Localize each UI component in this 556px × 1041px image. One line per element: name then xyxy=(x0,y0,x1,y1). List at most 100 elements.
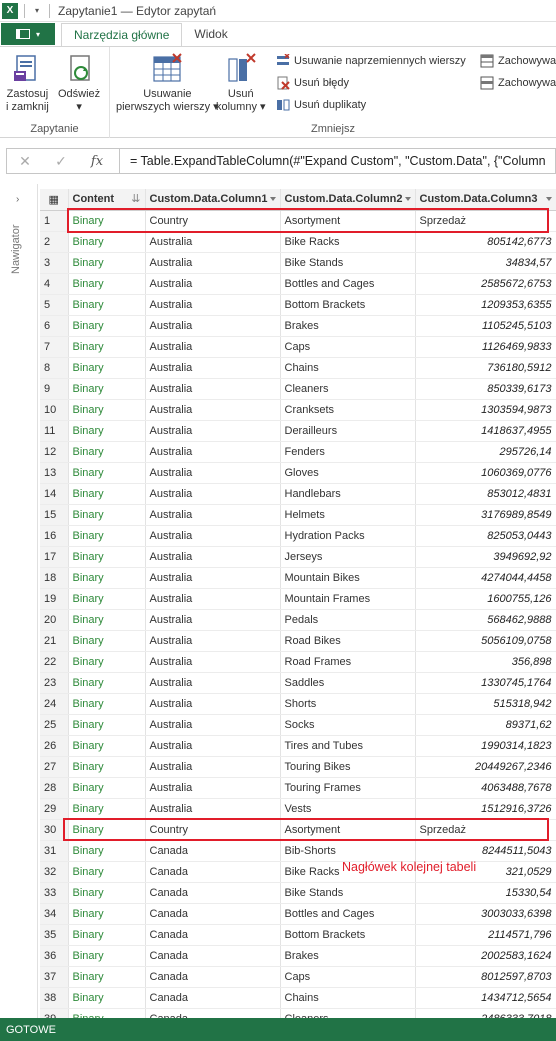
table-row[interactable]: 12 Binary Australia Fenders 295726,14 xyxy=(40,441,556,463)
cell-column3[interactable]: 1126469,9833 xyxy=(415,336,556,358)
column-header-content[interactable]: Content ⇊ xyxy=(68,189,146,211)
cell-content[interactable]: Binary xyxy=(68,546,146,568)
table-row[interactable]: 19 Binary Australia Mountain Frames 1600755,… xyxy=(40,588,556,610)
cell-column2[interactable]: Saddles xyxy=(280,672,416,694)
cell-column1[interactable]: Australia xyxy=(145,798,281,820)
cell-column3[interactable]: Sprzedaż xyxy=(415,819,556,841)
remove-alternate-rows-button[interactable]: Usuwanie naprzemiennych wierszy xyxy=(276,53,466,68)
apply-close-button[interactable]: Zastosuj i zamknij xyxy=(6,53,49,114)
table-row[interactable]: 10 Binary Australia Cranksets 1303594,9873 xyxy=(40,399,556,421)
chevron-right-icon[interactable]: › xyxy=(16,194,19,205)
cell-column2[interactable]: Derailleurs xyxy=(280,420,416,442)
column-header-column2[interactable]: Custom.Data.Column2 xyxy=(280,189,416,211)
tab-view[interactable]: Widok xyxy=(182,22,239,46)
cell-column3[interactable]: 1209353,6355 xyxy=(415,294,556,316)
check-icon[interactable]: ✓ xyxy=(43,153,79,170)
table-row[interactable]: 6 Binary Australia Brakes 1105245,5103 xyxy=(40,315,556,337)
cell-column1[interactable]: Australia xyxy=(145,483,281,505)
cell-column2[interactable]: Hydration Packs xyxy=(280,525,416,547)
cell-content[interactable]: Binary xyxy=(68,378,146,400)
cell-content[interactable]: Binary xyxy=(68,777,146,799)
cell-column2[interactable]: Cleaners xyxy=(280,1008,416,1018)
chevron-down-icon[interactable] xyxy=(404,197,411,201)
cell-column1[interactable]: Australia xyxy=(145,357,281,379)
table-row[interactable]: 35 Binary Canada Bottom Brackets 2114571,796 xyxy=(40,924,556,946)
cell-column1[interactable]: Canada xyxy=(145,861,281,883)
cell-column1[interactable]: Australia xyxy=(145,273,281,295)
table-row[interactable]: 3 Binary Australia Bike Stands 34834,57 xyxy=(40,252,556,274)
table-row[interactable]: 26 Binary Australia Tires and Tubes 1990314,… xyxy=(40,735,556,757)
table-row[interactable]: 1 Binary Country Asortyment Sprzedaż xyxy=(40,210,556,232)
cell-content[interactable]: Binary xyxy=(68,903,146,925)
table-row[interactable]: 32 Binary Canada Bike Racks 321,0529 xyxy=(40,861,556,883)
remove-duplicates-button[interactable]: Usuń duplikaty xyxy=(276,98,366,112)
cell-column3[interactable]: 34834,57 xyxy=(415,252,556,274)
cell-column2[interactable]: Caps xyxy=(280,336,416,358)
cell-column1[interactable]: Country xyxy=(145,819,281,841)
cell-column3[interactable]: 3003033,6398 xyxy=(415,903,556,925)
cell-column3[interactable]: 8244511,5043 xyxy=(415,840,556,862)
cell-column2[interactable]: Socks xyxy=(280,714,416,736)
cell-content[interactable]: Binary xyxy=(68,252,146,274)
cell-column3[interactable]: 4063488,7678 xyxy=(415,777,556,799)
cell-column1[interactable]: Canada xyxy=(145,945,281,967)
cell-content[interactable]: Binary xyxy=(68,861,146,883)
cell-column3[interactable]: 1060369,0776 xyxy=(415,462,556,484)
cell-column2[interactable]: Fenders xyxy=(280,441,416,463)
cell-column3[interactable]: 515318,942 xyxy=(415,693,556,715)
cell-column2[interactable]: Brakes xyxy=(280,945,416,967)
cell-content[interactable]: Binary xyxy=(68,672,146,694)
cell-column2[interactable]: Chains xyxy=(280,987,416,1009)
cell-column2[interactable]: Road Frames xyxy=(280,651,416,673)
cell-column3[interactable]: 295726,14 xyxy=(415,441,556,463)
cell-column3[interactable]: 20449267,2346 xyxy=(415,756,556,778)
cell-column1[interactable]: Australia xyxy=(145,441,281,463)
cell-column1[interactable]: Australia xyxy=(145,504,281,526)
cell-column2[interactable]: Touring Bikes xyxy=(280,756,416,778)
cell-column1[interactable]: Canada xyxy=(145,882,281,904)
cell-column2[interactable]: Vests xyxy=(280,798,416,820)
cell-column2[interactable]: Mountain Bikes xyxy=(280,567,416,589)
cell-column2[interactable]: Jerseys xyxy=(280,546,416,568)
cell-column2[interactable]: Bike Stands xyxy=(280,252,416,274)
quick-access-dropdown-icon[interactable]: ▾ xyxy=(35,6,39,15)
cell-column2[interactable]: Road Bikes xyxy=(280,630,416,652)
cell-content[interactable]: Binary xyxy=(68,210,146,232)
cell-content[interactable]: Binary xyxy=(68,966,146,988)
cell-column3[interactable]: 8012597,8703 xyxy=(415,966,556,988)
cell-content[interactable]: Binary xyxy=(68,294,146,316)
cell-column2[interactable]: Shorts xyxy=(280,693,416,715)
table-row[interactable]: 7 Binary Australia Caps 1126469,9833 xyxy=(40,336,556,358)
table-row[interactable]: 39BinaryCanadaCleaners2486333,7018 xyxy=(40,1008,556,1018)
cell-column3[interactable]: 1303594,9873 xyxy=(415,399,556,421)
cell-column3[interactable]: 3176989,8549 xyxy=(415,504,556,526)
cell-content[interactable]: Binary xyxy=(68,819,146,841)
column-header-column3[interactable]: Custom.Data.Column3 xyxy=(415,189,556,211)
cell-content[interactable]: Binary xyxy=(68,1008,146,1018)
table-row[interactable]: 2 Binary Australia Bike Racks 805142,6773 xyxy=(40,231,556,253)
cell-content[interactable]: Binary xyxy=(68,315,146,337)
table-row[interactable]: 25 Binary Australia Socks 89371,62 xyxy=(40,714,556,736)
cell-column3[interactable]: 1330745,1764 xyxy=(415,672,556,694)
cell-column1[interactable]: Australia xyxy=(145,693,281,715)
cell-column3[interactable]: 4274044,4458 xyxy=(415,567,556,589)
cell-column3[interactable]: 5056109,0758 xyxy=(415,630,556,652)
cell-column3[interactable]: 2002583,1624 xyxy=(415,945,556,967)
table-row[interactable]: 15 Binary Australia Helmets 3176989,8549 xyxy=(40,504,556,526)
cell-column1[interactable]: Australia xyxy=(145,336,281,358)
chevron-down-icon[interactable] xyxy=(545,197,552,201)
column-header-column1[interactable]: Custom.Data.Column1 xyxy=(145,189,281,211)
cell-column3[interactable]: 15330,54 xyxy=(415,882,556,904)
cell-column3[interactable]: 850339,6173 xyxy=(415,378,556,400)
cell-content[interactable]: Binary xyxy=(68,567,146,589)
cell-column3[interactable]: 853012,4831 xyxy=(415,483,556,505)
cell-column1[interactable]: Australia xyxy=(145,651,281,673)
close-icon[interactable]: ✕ xyxy=(7,153,43,170)
cell-column1[interactable]: Australia xyxy=(145,231,281,253)
chevron-down-icon[interactable] xyxy=(269,197,276,201)
cell-column1[interactable]: Australia xyxy=(145,714,281,736)
cell-column2[interactable]: Asortyment xyxy=(280,819,416,841)
table-row[interactable]: 14 Binary Australia Handlebars 853012,4831 xyxy=(40,483,556,505)
remove-errors-button[interactable]: Usuń błędy xyxy=(276,76,349,90)
remove-columns-button[interactable]: Usuń kolumny ▾ xyxy=(216,53,266,114)
